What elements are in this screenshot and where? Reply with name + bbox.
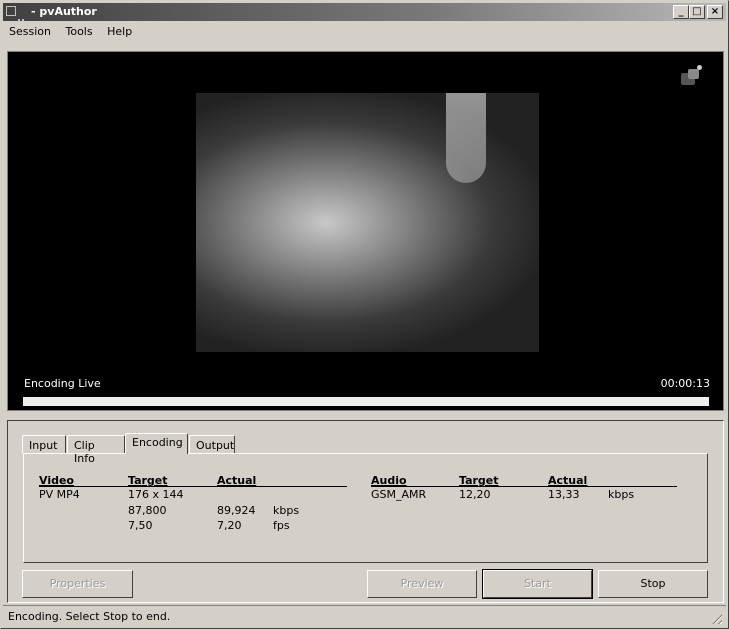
audio-codec: GSM_AMR [371,488,427,501]
video-actual-value: 7,20 [217,519,242,532]
menu-help[interactable]: Help [101,22,137,38]
status-text: Encoding. Select Stop to end. [8,610,171,623]
tab-clip-info[interactable]: Clip Info [67,435,125,465]
video-actual-value: 89,924 [217,504,256,517]
resize-grip-icon[interactable] [710,612,722,624]
menu-bar: Session Tools Help [3,22,726,41]
app-icon[interactable] [6,6,16,16]
minimize-button[interactable]: _ [673,5,689,19]
audio-actual-value: 13,33 [548,488,580,501]
video-codec: PV MP4 [39,488,80,501]
app-window: - pvAuthor _ □ × Session Tools Help Enco… [0,0,729,629]
video-header-rule [39,486,347,487]
stop-button[interactable]: Stop [598,570,708,598]
audio-header-rule [371,486,677,487]
close-button[interactable]: × [707,5,723,19]
encoding-status-label: Encoding Live [24,377,101,390]
tab-encoding[interactable]: Encoding [125,433,188,454]
title-bar[interactable]: - pvAuthor _ □ × [3,3,726,21]
audio-target-value: 12,20 [459,488,491,501]
app-icon-dots [18,11,26,21]
video-unit: fps [273,519,290,532]
video-target-value: 87,800 [128,504,167,517]
video-preview-panel: Encoding Live 00:00:13 [7,51,724,411]
video-frame [196,93,539,352]
video-target-value: 176 x 144 [128,488,184,501]
encoding-tab-panel: Video Target Actual PV MP4 176 x 144 87,… [23,453,708,563]
timecode-label: 00:00:13 [660,377,710,390]
preview-button[interactable]: Preview [367,570,477,598]
window-title: - pvAuthor [31,5,97,18]
maximize-button[interactable]: □ [689,5,705,19]
video-target-value: 7,50 [128,519,153,532]
encoding-progress-bar [23,397,709,406]
menu-tools[interactable]: Tools [59,22,97,38]
menu-session[interactable]: Session [3,22,56,38]
status-bar: Encoding. Select Stop to end. [3,605,726,627]
tab-output[interactable]: Output [189,435,235,453]
properties-button[interactable]: Properties [22,570,133,598]
audio-unit: kbps [608,488,635,501]
pv-logo-icon [681,65,705,89]
tab-input[interactable]: Input [22,435,66,453]
start-button[interactable]: Start [482,569,593,599]
video-unit: kbps [273,504,300,517]
